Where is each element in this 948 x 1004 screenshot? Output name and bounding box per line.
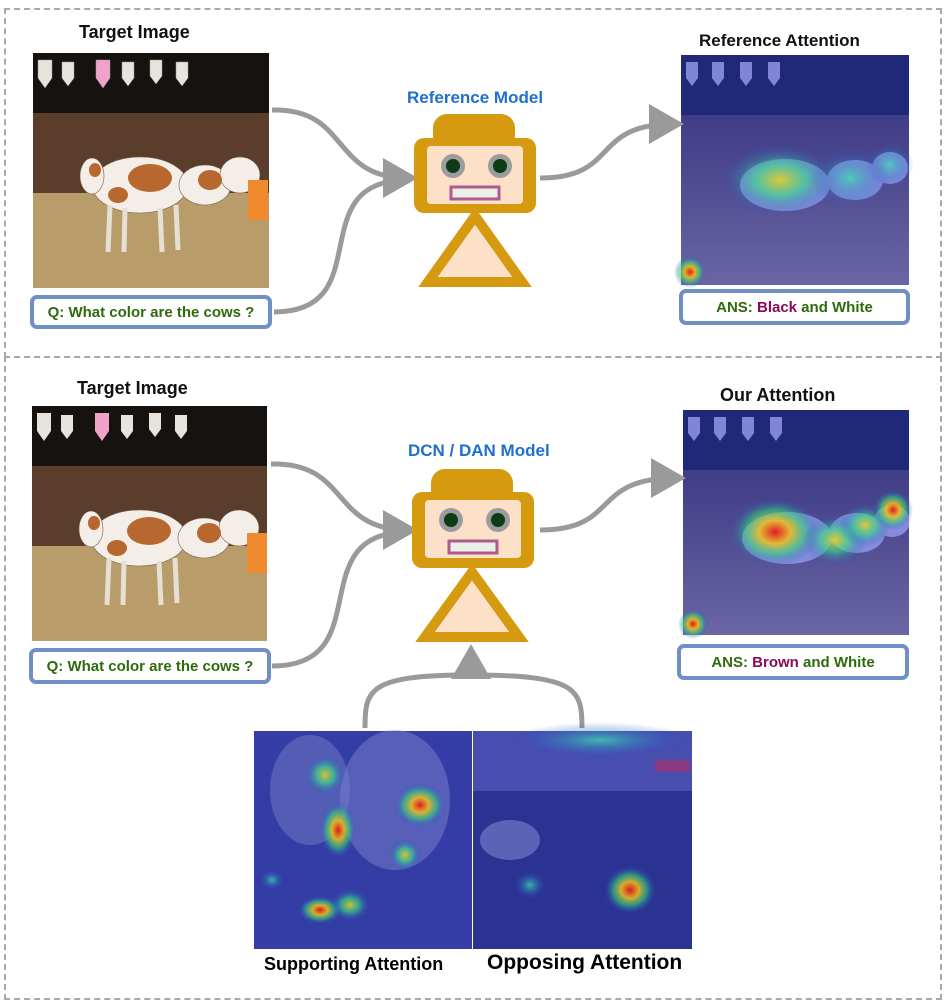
answer-suffix-ours: and White (798, 653, 875, 671)
answer-prefix-ours: ANS: (711, 653, 753, 671)
answer-box-reference: ANS: Black and White (679, 289, 910, 325)
target-image-bottom (32, 406, 267, 641)
target-image-title-top: Target Image (79, 22, 190, 42)
arrow-dcn-model-to-attention (539, 458, 686, 533)
arrow-question-to-dcn-model (271, 529, 409, 669)
arrow-question-to-reference-model (273, 177, 409, 315)
target-image-top (33, 53, 269, 288)
supporting-attention-image (254, 730, 472, 949)
question-box-bottom: Q: What color are the cows ? (29, 648, 271, 684)
reference-model-title: Reference Model (407, 88, 544, 107)
answer-prefix-reference: ANS: (716, 298, 757, 316)
arrow-image-to-dcn-model (270, 461, 418, 550)
opposing-attention-image (473, 722, 692, 949)
our-attention-title: Our Attention (720, 385, 836, 405)
answer-box-ours: ANS: Brown and White (677, 644, 909, 680)
diagram-graphics (32, 53, 914, 949)
reference-model-robot-icon (414, 114, 536, 287)
answer-highlight-reference: Black (756, 298, 798, 316)
answer-suffix-reference: and White (797, 298, 873, 316)
question-text-top: Q: What color are the cows ? (47, 303, 255, 321)
arrow-reference-model-to-attention (539, 104, 684, 181)
answer-highlight-ours: Brown (752, 653, 799, 671)
opposing-attention-label: Opposing Attention (487, 951, 683, 974)
arrow-opposing-to-dcn-model (471, 672, 585, 729)
supporting-attention-label: Supporting Attention (264, 954, 444, 974)
question-text-bottom: Q: What color are the cows ? (46, 657, 254, 675)
dcn-dan-model-title: DCN / DAN Model (408, 441, 550, 460)
question-box-top: Q: What color are the cows ? (30, 295, 272, 329)
our-attention-image (678, 410, 913, 639)
reference-attention-image (674, 55, 914, 288)
reference-attention-title: Reference Attention (699, 31, 860, 50)
arrow-supporting-to-dcn-model (362, 672, 471, 729)
dcn-dan-model-robot-icon (412, 469, 534, 642)
target-image-title-bottom: Target Image (77, 378, 188, 398)
arrow-image-to-reference-model (271, 107, 418, 198)
